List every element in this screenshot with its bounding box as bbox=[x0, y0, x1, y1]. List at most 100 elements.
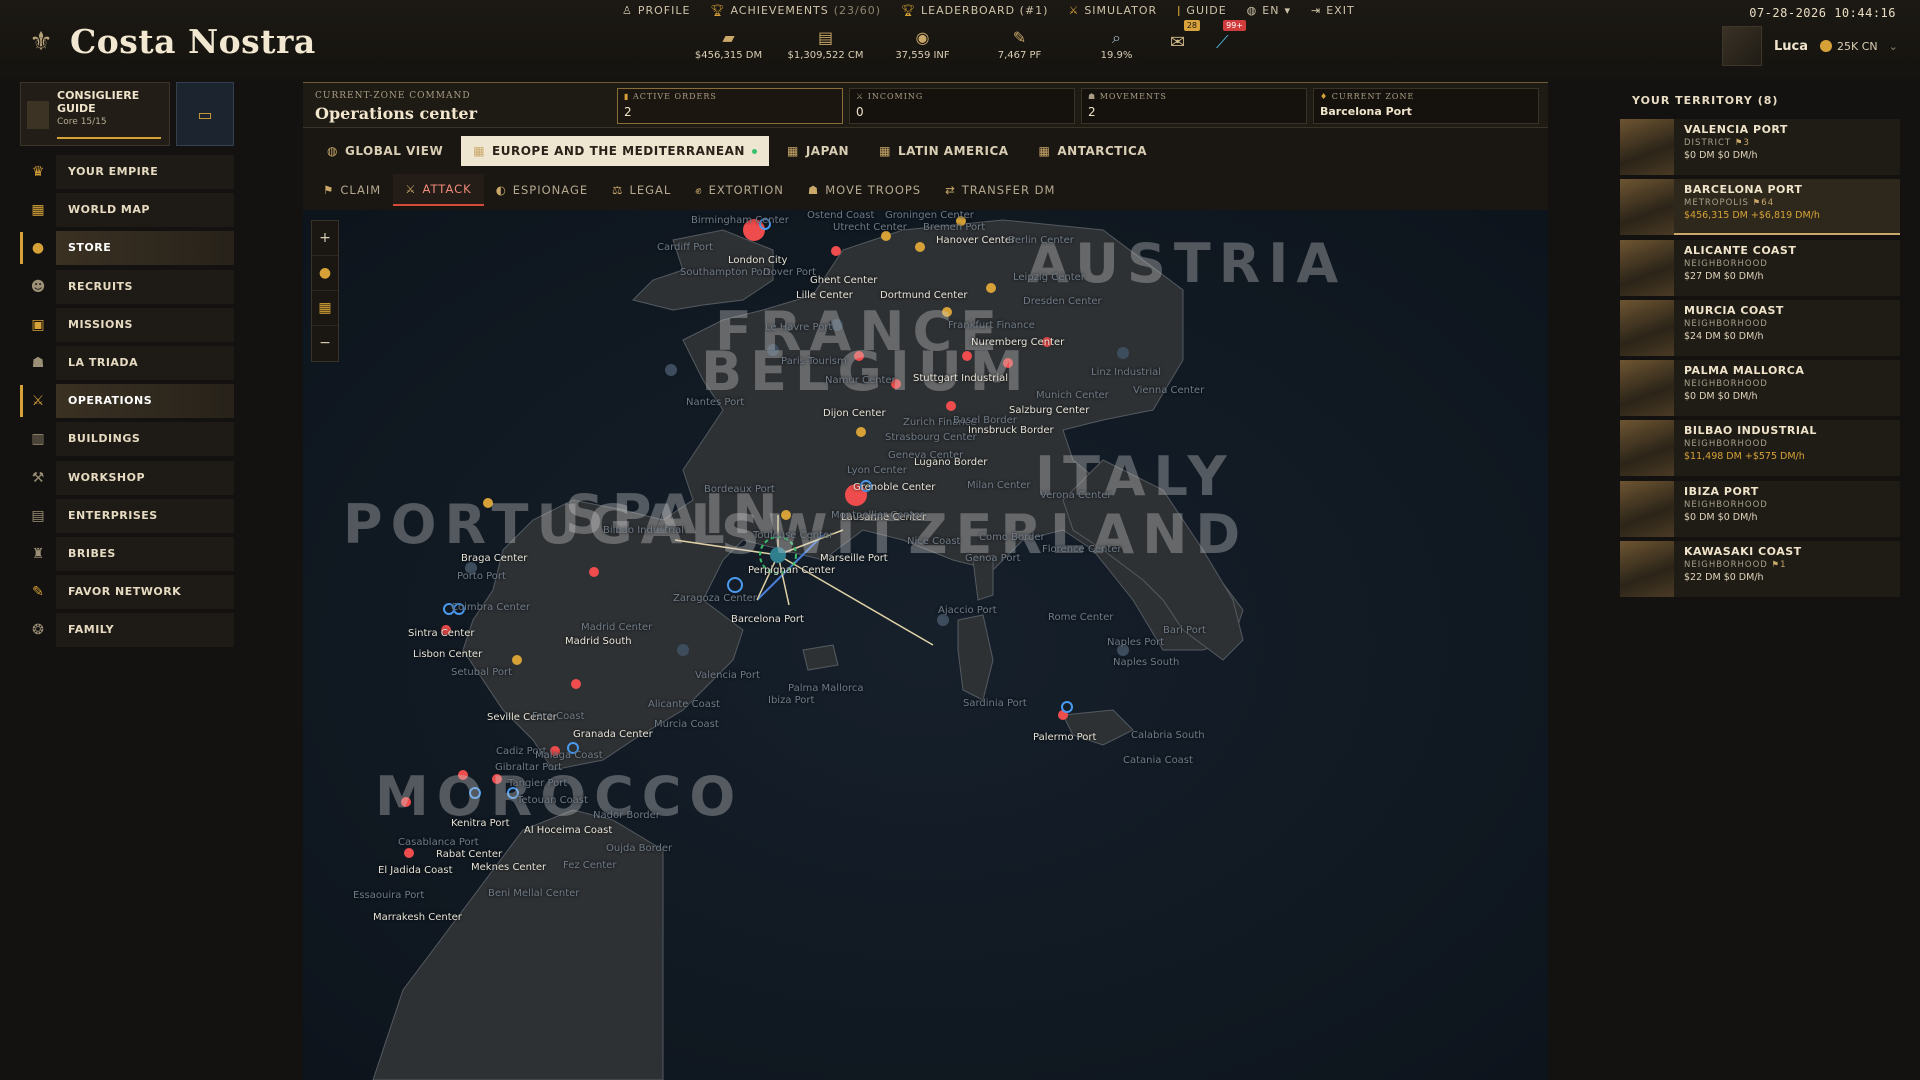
city-label[interactable]: Ajaccio Port bbox=[938, 605, 997, 616]
city-label[interactable]: Stuttgart Industrial bbox=[913, 373, 1008, 384]
city-label[interactable]: Barcelona Port bbox=[731, 614, 804, 625]
city-label[interactable]: Faro Coast bbox=[532, 711, 585, 722]
city-label[interactable]: Madrid South bbox=[565, 636, 632, 647]
city-label[interactable]: Marrakesh Center bbox=[373, 912, 462, 923]
city-label[interactable]: Toulouse Center bbox=[753, 530, 833, 541]
city-label[interactable]: London City bbox=[728, 255, 787, 266]
city-label[interactable]: Hanover Center bbox=[936, 235, 1015, 246]
city-label[interactable]: Berlin Center bbox=[1008, 235, 1074, 246]
menu-bribes[interactable]: ♜ BRIBES bbox=[20, 536, 234, 572]
nav-guide[interactable]: ǀ GUIDE bbox=[1177, 4, 1227, 17]
resource-dirty-money[interactable]: ▰ $456,315 DM bbox=[680, 28, 777, 61]
messages-button[interactable]: ✉ 28 bbox=[1170, 20, 1200, 56]
city-label[interactable]: Basel Border bbox=[953, 415, 1017, 426]
city-label[interactable]: Birmingham Center bbox=[691, 215, 789, 226]
city-label[interactable]: Lisbon Center bbox=[413, 649, 482, 660]
city-label[interactable]: Tangier Port bbox=[508, 778, 567, 789]
city-label[interactable]: Innsbruck Border bbox=[968, 425, 1054, 436]
territory-card[interactable]: MURCIA COAST NEIGHBORHOOD $24 DM $0 DM/h bbox=[1620, 299, 1900, 356]
world-map[interactable]: + ● ▦ − AUSTRIA FRANCE BELGIUM ITALY POR… bbox=[303, 210, 1548, 1080]
stat-movements[interactable]: ☗ MOVEMENTS 2 bbox=[1081, 88, 1307, 124]
city-label[interactable]: Genoa Port bbox=[965, 553, 1021, 564]
city-label[interactable]: Nantes Port bbox=[686, 397, 744, 408]
city-label[interactable]: Lyon Center bbox=[847, 465, 907, 476]
city-label[interactable]: Ostend Coast bbox=[807, 210, 874, 221]
chat-button[interactable]: ▭ bbox=[176, 82, 234, 146]
tab-extortion[interactable]: ✊︎ EXTORTION bbox=[683, 174, 796, 206]
city-label[interactable]: Southampton Port bbox=[680, 267, 771, 278]
guide-card[interactable]: CONSIGLIERE GUIDE Core 15/15 bbox=[20, 82, 170, 146]
menu-la-triada[interactable]: ☗ LA TRIADA bbox=[20, 345, 234, 381]
city-label[interactable]: Al Hoceima Coast bbox=[524, 825, 612, 836]
city-label[interactable]: Nador Border bbox=[593, 810, 660, 821]
city-label[interactable]: Naples South bbox=[1113, 657, 1179, 668]
menu-store[interactable]: ● STORE bbox=[20, 230, 234, 266]
menu-workshop[interactable]: ⚒ WORKSHOP bbox=[20, 460, 234, 496]
city-label[interactable]: Vienna Center bbox=[1133, 385, 1204, 396]
territory-card[interactable]: KAWASAKI COAST NEIGHBORHOOD ⚑1 $22 DM $0… bbox=[1620, 541, 1900, 598]
menu-operations[interactable]: ⚔ OPERATIONS bbox=[20, 383, 234, 419]
boosts-button[interactable]: ⟋ 99+ bbox=[1216, 20, 1246, 56]
city-label[interactable]: Zaragoza Center bbox=[673, 593, 757, 604]
resource-influence[interactable]: ◉ 37,559 INF bbox=[874, 28, 971, 61]
city-label[interactable]: Bari Port bbox=[1163, 625, 1206, 636]
territory-card[interactable]: BILBAO INDUSTRIAL NEIGHBORHOOD $11,498 D… bbox=[1620, 420, 1900, 477]
city-label[interactable]: Casablanca Port bbox=[398, 837, 479, 848]
city-label[interactable]: Valencia Port bbox=[695, 670, 760, 681]
city-label[interactable]: Strasbourg Center bbox=[885, 432, 977, 443]
center-location-button[interactable]: ● bbox=[312, 256, 338, 291]
menu-buildings[interactable]: ▥ BUILDINGS bbox=[20, 421, 234, 457]
city-label[interactable]: Ghent Center bbox=[810, 275, 877, 286]
resource-favor-points[interactable]: ✎ 7,467 PF bbox=[971, 28, 1068, 61]
menu-missions[interactable]: ▣ MISSIONS bbox=[20, 307, 234, 343]
city-label[interactable]: Dortmund Center bbox=[880, 290, 967, 301]
city-label[interactable]: Calabria South bbox=[1131, 730, 1205, 741]
tab-claim[interactable]: ⚑ CLAIM bbox=[311, 174, 393, 206]
city-label[interactable]: Verona Center bbox=[1040, 490, 1112, 501]
city-label[interactable]: Murcia Coast bbox=[654, 719, 719, 730]
nav-simulator[interactable]: ⚔ SIMULATOR bbox=[1068, 4, 1157, 17]
tab-japan[interactable]: ▦ JAPAN bbox=[775, 136, 861, 166]
city-label[interactable]: Sintra Center bbox=[408, 628, 474, 639]
city-label[interactable]: El Jadida Coast bbox=[378, 865, 453, 876]
city-label[interactable]: Utrecht Center bbox=[833, 222, 907, 233]
tab-espionage[interactable]: ◐ ESPIONAGE bbox=[484, 174, 600, 206]
resource-suspicion[interactable]: ⌕ 19.9% bbox=[1068, 28, 1165, 61]
menu-recruits[interactable]: ☻ RECRUITS bbox=[20, 269, 234, 305]
city-label[interactable]: Frankfurt Finance bbox=[948, 320, 1035, 331]
city-label[interactable]: Fez Center bbox=[563, 860, 616, 871]
city-label[interactable]: Sardinia Port bbox=[963, 698, 1027, 709]
city-label[interactable]: Cardiff Port bbox=[657, 242, 713, 253]
tab-latin-america[interactable]: ▦ LATIN AMERICA bbox=[867, 136, 1020, 166]
city-label[interactable]: Montpellier Center bbox=[831, 510, 924, 521]
city-label[interactable]: Ibiza Port bbox=[768, 695, 814, 706]
city-label[interactable]: Nice Coast bbox=[907, 536, 960, 547]
nav-achievements[interactable]: 🏆︎ ACHIEVEMENTS (23/60) bbox=[710, 4, 881, 17]
city-label[interactable]: Malaga Coast bbox=[535, 750, 603, 761]
city-label[interactable]: Bremen Port bbox=[923, 222, 985, 233]
city-label[interactable]: Grenoble Center bbox=[853, 482, 935, 493]
territory-card[interactable]: VALENCIA PORT DISTRICT ⚑3 $0 DM $0 DM/h bbox=[1620, 119, 1900, 175]
tab-antarctica[interactable]: ▦ ANTARCTICA bbox=[1027, 136, 1160, 166]
city-label[interactable]: Setubal Port bbox=[451, 667, 512, 678]
city-label[interactable]: Linz Industrial bbox=[1091, 367, 1161, 378]
city-label[interactable]: Kenitra Port bbox=[451, 818, 510, 829]
city-label[interactable]: Porto Port bbox=[457, 571, 506, 582]
menu-enterprises[interactable]: ▤ ENTERPRISES bbox=[20, 498, 234, 534]
territory-card[interactable]: ALICANTE COAST NEIGHBORHOOD $27 DM $0 DM… bbox=[1620, 239, 1900, 296]
menu-family[interactable]: ❂ FAMILY bbox=[20, 612, 234, 648]
tab-move-troops[interactable]: ☗ MOVE TROOPS bbox=[796, 174, 933, 206]
city-label[interactable]: Rome Center bbox=[1048, 612, 1113, 623]
nav-language[interactable]: ◍ EN ▾ bbox=[1247, 4, 1291, 17]
menu-world-map[interactable]: ▦ WORLD MAP bbox=[20, 192, 234, 228]
city-label[interactable]: Tetouan Coast bbox=[517, 795, 588, 806]
tab-legal[interactable]: ⚖ LEGAL bbox=[600, 174, 683, 206]
stat-incoming[interactable]: ⚔ INCOMING 0 bbox=[849, 88, 1075, 124]
city-label[interactable]: Marseille Port bbox=[820, 553, 888, 564]
city-label[interactable]: Bordeaux Port bbox=[704, 484, 775, 495]
city-label[interactable]: Meknes Center bbox=[471, 862, 546, 873]
city-label[interactable]: Namur Center bbox=[825, 375, 896, 386]
city-label[interactable]: Bilbao Industrial bbox=[603, 525, 684, 536]
tab-attack[interactable]: ⚔ ATTACK bbox=[393, 174, 484, 206]
city-label[interactable]: Lille Center bbox=[796, 290, 853, 301]
